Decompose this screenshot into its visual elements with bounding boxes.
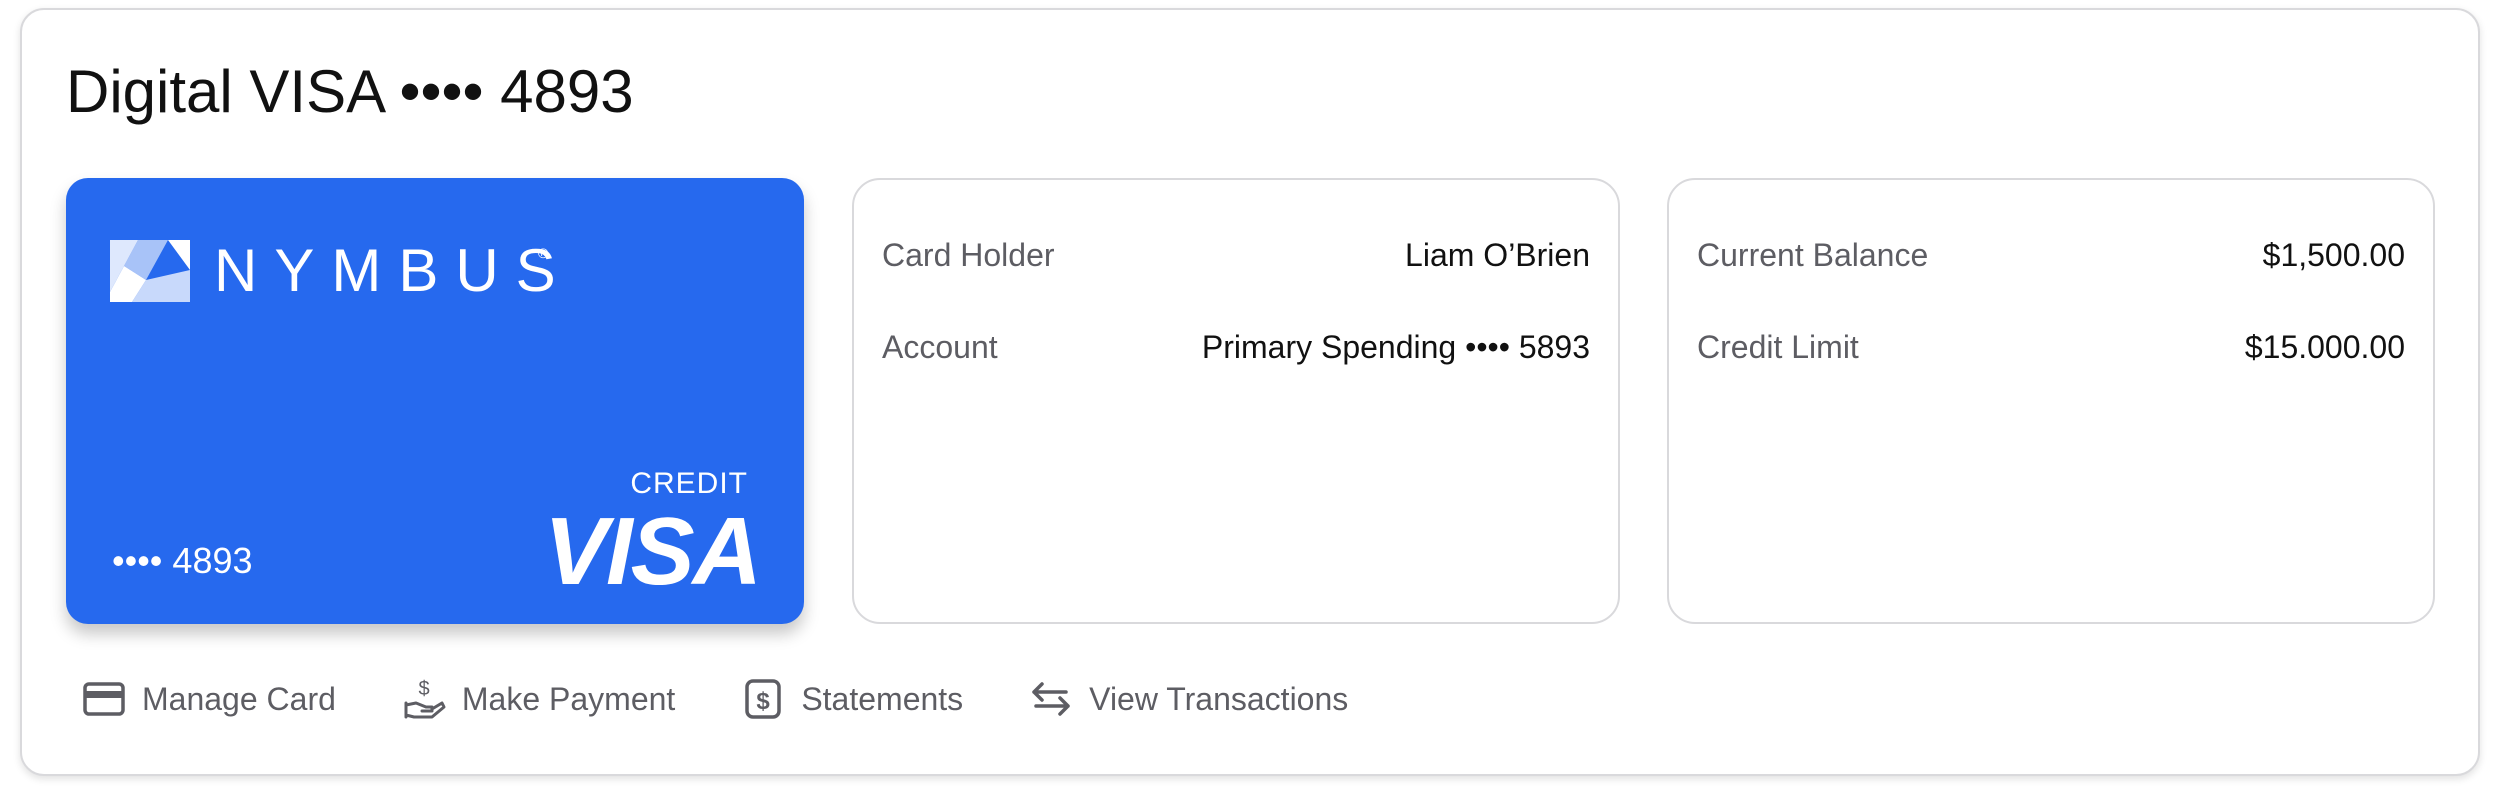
card-masked-number: •••• 4893 <box>112 540 253 581</box>
card-brand-name: NYMBUS <box>214 237 573 304</box>
statements-button[interactable]: $ Statements <box>739 675 963 723</box>
swap-arrows-icon <box>1027 675 1075 723</box>
credit-card-icon <box>80 675 128 723</box>
svg-text:$: $ <box>757 688 771 715</box>
card-holder-row: Card Holder Liam O’Brien <box>882 232 1590 278</box>
make-payment-label: Make Payment <box>461 680 676 717</box>
card-type-label: CREDIT <box>630 467 748 500</box>
credit-limit-row: Credit Limit $15.000.00 <box>1697 324 2405 370</box>
card-holder-label: Card Holder <box>882 236 1055 273</box>
credit-limit-value: $15.000.00 <box>2244 328 2405 365</box>
card-holder-value: Liam O’Brien <box>1405 236 1590 273</box>
svg-text:$: $ <box>418 678 429 700</box>
credit-limit-label: Credit Limit <box>1697 328 1859 365</box>
balance-details-panel: Current Balance $1,500.00 Credit Limit $… <box>1667 178 2435 624</box>
nymbus-logo-icon <box>110 240 190 302</box>
hand-dollar-icon: $ <box>400 675 448 723</box>
current-balance-row: Current Balance $1,500.00 <box>1697 232 2405 278</box>
statements-label: Statements <box>801 680 964 717</box>
dollar-document-icon: $ <box>739 675 787 723</box>
view-transactions-label: View Transactions <box>1089 680 1349 717</box>
manage-card-button[interactable]: Manage Card <box>80 675 336 723</box>
account-label: Account <box>882 328 998 365</box>
manage-card-label: Manage Card <box>142 680 336 717</box>
visa-logo: VISA <box>543 498 762 605</box>
account-value: Primary Spending •••• 5893 <box>1201 328 1590 365</box>
card-actions-bar: Manage Card $ Make Payment $ Statements … <box>80 676 1412 722</box>
credit-card-visual: NYMBUS ® •••• 4893 CREDIT VISA <box>66 178 804 624</box>
account-row: Account Primary Spending •••• 5893 <box>882 324 1590 370</box>
page-title: Digital VISA •••• 4893 <box>66 58 634 125</box>
account-details-panel: Card Holder Liam O’Brien Account Primary… <box>852 178 1620 624</box>
current-balance-label: Current Balance <box>1697 236 1929 273</box>
registered-mark: ® <box>538 245 549 261</box>
view-transactions-button[interactable]: View Transactions <box>1027 675 1348 723</box>
current-balance-value: $1,500.00 <box>2262 236 2405 273</box>
make-payment-button[interactable]: $ Make Payment <box>400 675 675 723</box>
